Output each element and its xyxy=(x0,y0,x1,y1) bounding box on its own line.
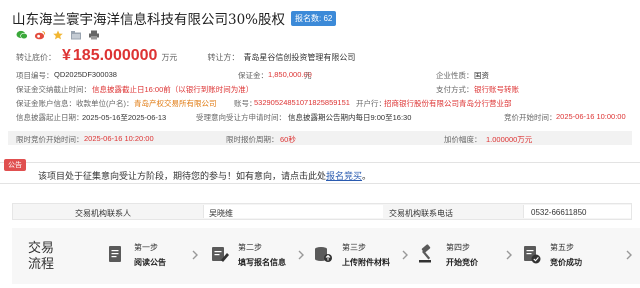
enterprise-type-value: 国资 xyxy=(474,71,489,80)
step-arrow-icon xyxy=(506,250,512,260)
signup-count-badge: 报名数: 62 xyxy=(291,10,337,26)
pay-method-label: 支付方式： xyxy=(436,85,474,94)
org-contact-value: 吴晓维 xyxy=(209,209,233,218)
notice-text: 该项目处于征集意向受让方阶段，期待您的参与！如有意向，请点击此处 xyxy=(38,172,327,182)
step-2-name: 填写报名信息 xyxy=(238,258,286,267)
notice-end: 。 xyxy=(362,172,372,182)
account-no-value: 53290524851071825859151 xyxy=(254,98,350,107)
transferor-label: 转让方： xyxy=(207,53,240,62)
base-price-label: 转让底价： xyxy=(16,53,56,62)
accept-time-value: 信息披露期公告期内每日9:00至16:30 xyxy=(288,113,412,122)
bid-start-value: 2025-06-16 10:00:00 xyxy=(556,112,626,121)
share-toolbar xyxy=(16,30,100,40)
limit-bid-bar: 限时竞价开始时间： 2025-06-16 10:20:00 限时报价周期： 60… xyxy=(8,131,632,145)
notice-text-line: 该项目处于征集意向受让方阶段，期待您的参与！如有意向，请点击此处报名竞买。 xyxy=(38,169,371,182)
project-no-value: QD2025DF300038 xyxy=(54,70,117,79)
trading-flow: 交易流程 第一步 阅读公告 第二步 填写报名信息 第三步 上传附件材料 第四步 … xyxy=(12,228,640,284)
transferor-value: 青岛星谷信创投资管理有限公司 xyxy=(243,53,356,62)
step-arrow-icon xyxy=(298,250,304,260)
register-bid-link[interactable]: 报名竞买 xyxy=(326,172,362,182)
base-price-currency: ¥ xyxy=(62,47,71,64)
base-price-value: 185.000000 xyxy=(72,47,158,64)
step-3-number: 第三步 xyxy=(342,243,366,252)
step-arrow-icon xyxy=(192,250,198,260)
deposit-unit: 元 xyxy=(304,71,312,80)
edit-form-icon xyxy=(212,247,229,262)
pay-method-value: 银行账号转账 xyxy=(474,85,519,94)
document-icon xyxy=(109,246,121,262)
disclosure-period-value: 2025-05-16至2025-06-13 xyxy=(82,113,167,122)
limit-period-label: 限时报价周期： xyxy=(226,135,279,144)
notice-tag: 公告 xyxy=(4,159,26,171)
upload-icon xyxy=(315,247,332,262)
account-info-label: 保证金账户信息： xyxy=(16,99,76,108)
step-4-number: 第四步 xyxy=(446,243,470,252)
wechat-icon[interactable] xyxy=(16,30,28,40)
flow-step-2: 第二步 填写报名信息 xyxy=(208,239,308,271)
step-1-name: 阅读公告 xyxy=(134,258,166,267)
account-holder-label: 收款单位(户名)： xyxy=(76,99,134,108)
deposit-deadline-label: 保证金交纳截止时间： xyxy=(16,85,91,94)
flow-step-4: 第四步 开始竞价 xyxy=(416,239,516,271)
price-row: 转让底价： ¥ 185.000000 万元 转让方： 青岛星谷信创投资管理有限公… xyxy=(16,47,355,65)
step-arrow-icon xyxy=(626,250,632,260)
success-icon xyxy=(524,246,541,264)
gavel-icon xyxy=(419,244,431,263)
flow-title: 交易流程 xyxy=(27,240,54,271)
step-4-name: 开始竞价 xyxy=(446,258,478,267)
enterprise-type-label: 企业性质： xyxy=(436,71,474,80)
notice-bar: 公告 该项目处于征集意向受让方阶段，期待您的参与！如有意向，请点击此处报名竞买。 xyxy=(0,159,640,184)
account-holder-value: 青岛产权交易所有限公司 xyxy=(134,99,217,108)
step-3-name: 上传附件材料 xyxy=(342,258,390,267)
limit-period-value: 60秒 xyxy=(280,135,296,144)
org-phone-value: 0532-66611850 xyxy=(531,208,587,217)
flow-step-1: 第一步 阅读公告 xyxy=(104,239,204,271)
base-price-unit: 万元 xyxy=(161,53,178,62)
step-2-number: 第二步 xyxy=(238,243,262,252)
contact-row: 交易机构联系人 吴晓维 交易机构联系电话 0532-66611850 xyxy=(12,203,632,220)
disclosure-period-label: 信息披露起止日期： xyxy=(16,113,84,122)
page-title: 山东海兰寰宇海洋信息科技有限公司30%股权 xyxy=(12,12,286,28)
accept-time-label: 受理意向受让方申请时间： xyxy=(196,113,286,122)
weibo-icon[interactable] xyxy=(34,30,46,40)
flow-step-3: 第三步 上传附件材料 xyxy=(312,239,412,271)
bank-label: 开户行： xyxy=(356,99,386,108)
limit-start-value: 2025-06-16 10:20:00 xyxy=(84,134,154,143)
bid-start-label: 竞价开始时间： xyxy=(504,113,557,122)
org-contact-label: 交易机构联系人 xyxy=(75,209,131,218)
print-icon[interactable] xyxy=(88,30,100,40)
deposit-deadline-value: 信息披露截止日16:00前（以银行到账时间为准） xyxy=(92,85,254,94)
step-arrow-icon xyxy=(402,250,408,260)
increment-label: 加价幅度： xyxy=(444,135,482,144)
flow-step-5: 第五步 竞价成功 xyxy=(520,239,620,271)
deposit-label: 保证金： xyxy=(238,71,268,80)
org-phone-label: 交易机构联系电话 xyxy=(389,209,453,218)
step-5-number: 第五步 xyxy=(550,243,574,252)
favorite-star-icon[interactable] xyxy=(52,30,64,40)
project-no-label: 项目编号： xyxy=(16,71,54,80)
title-row: 山东海兰寰宇海洋信息科技有限公司30%股权 报名数: 62 xyxy=(12,8,337,28)
bank-value: 招商银行股份有限公司青岛分行营业部 xyxy=(384,99,512,108)
step-1-number: 第一步 xyxy=(134,243,158,252)
limit-start-label: 限时竞价开始时间： xyxy=(16,135,84,144)
step-5-name: 竞价成功 xyxy=(550,258,582,267)
folder-icon[interactable] xyxy=(70,30,82,40)
increment-value: 1.000000万元 xyxy=(486,135,533,144)
